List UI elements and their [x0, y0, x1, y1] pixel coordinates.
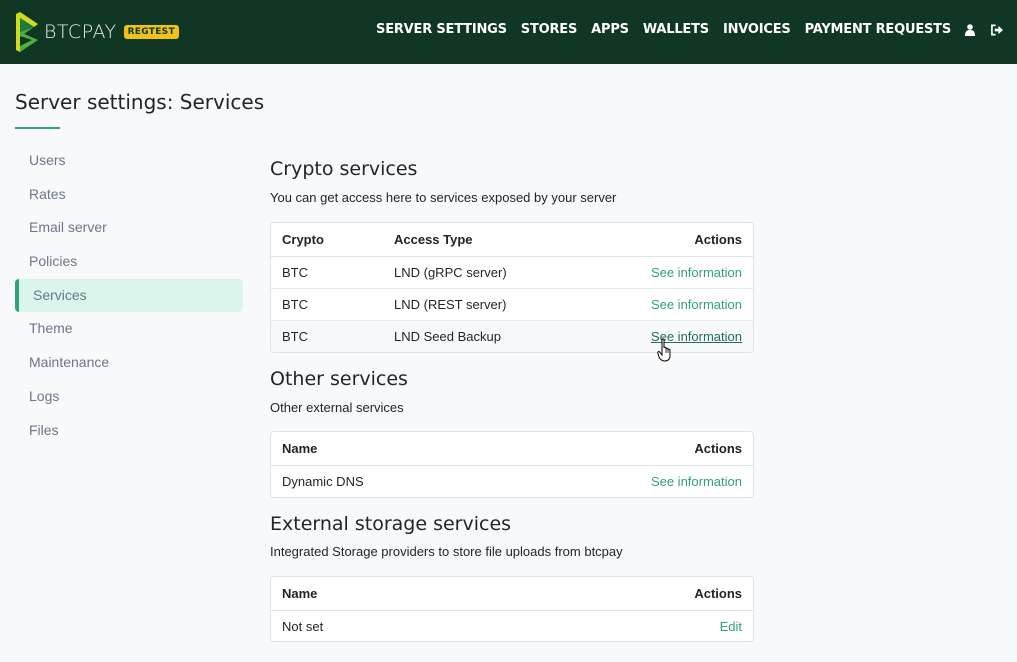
nav-invoices[interactable]: INVOICES: [723, 22, 791, 37]
brand-name: BTCPAY: [44, 21, 117, 43]
sidebar-item-services[interactable]: Services: [15, 278, 243, 313]
nav-stores[interactable]: STORES: [521, 22, 578, 37]
sidebar-item-email-server[interactable]: Email server: [15, 211, 243, 245]
sign-out-icon[interactable]: [991, 23, 1003, 37]
table-row: Dynamic DNS See information: [271, 465, 753, 497]
column-header-actions: Actions: [501, 432, 753, 466]
storage-services-description: Integrated Storage providers to store fi…: [270, 544, 623, 559]
column-header-crypto: Crypto: [271, 223, 383, 257]
other-services-description: Other external services: [270, 400, 404, 415]
column-header-access-type: Access Type: [383, 223, 585, 257]
nav-payment-requests[interactable]: PAYMENT REQUESTS: [805, 22, 952, 37]
see-information-link[interactable]: See information: [651, 265, 742, 280]
sidebar-item-rates[interactable]: Rates: [15, 178, 243, 212]
access-type-cell: LND (gRPC server): [394, 264, 507, 280]
storage-services-table: Name Actions Not set Edit: [270, 576, 754, 642]
title-underline: [15, 127, 60, 129]
table-row: Not set Edit: [271, 610, 753, 641]
sidebar-item-maintenance[interactable]: Maintenance: [15, 346, 243, 380]
edit-link[interactable]: Edit: [720, 619, 742, 634]
sidebar-item-files[interactable]: Files: [15, 414, 243, 448]
user-icon[interactable]: [965, 23, 977, 37]
table-row: BTC LND (gRPC server) See information: [271, 256, 753, 288]
see-information-link[interactable]: See information: [651, 474, 742, 489]
settings-sidebar: Users Rates Email server Policies Servic…: [15, 144, 243, 447]
column-header-name: Name: [271, 577, 501, 611]
table-row: BTC LND (REST server) See information: [271, 287, 753, 320]
page-title: Server settings: Services: [15, 90, 265, 114]
access-type-cell: LND (REST server): [383, 287, 585, 320]
crypto-cell: BTC: [271, 319, 383, 352]
nav-server-settings[interactable]: SERVER SETTINGS: [376, 22, 507, 37]
sidebar-item-logs[interactable]: Logs: [15, 380, 243, 414]
table-row: BTC LND Seed Backup See information: [271, 319, 753, 352]
sidebar-item-policies[interactable]: Policies: [15, 245, 243, 279]
crypto-cell: BTC: [282, 264, 308, 280]
brand-home-link[interactable]: BTCPAY REGTEST: [14, 12, 179, 52]
storage-services-title: External storage services: [270, 513, 512, 535]
crypto-services-description: You can get access here to services expo…: [270, 190, 617, 205]
service-name-cell: Dynamic DNS: [282, 473, 364, 489]
crypto-cell: BTC: [271, 287, 383, 320]
top-navbar: BTCPAY REGTEST SERVER SETTINGS STORES AP…: [0, 0, 1017, 64]
crypto-services-table: Crypto Access Type Actions BTC LND (gRPC…: [270, 222, 754, 353]
other-services-table: Name Actions Dynamic DNS See information: [270, 431, 754, 498]
see-information-link[interactable]: See information: [651, 297, 742, 312]
nav-apps[interactable]: APPS: [591, 22, 629, 37]
sidebar-item-theme[interactable]: Theme: [15, 312, 243, 346]
column-header-name: Name: [271, 432, 502, 466]
access-type-cell: LND Seed Backup: [383, 319, 585, 352]
main-nav: SERVER SETTINGS STORES APPS WALLETS INVO…: [362, 22, 1003, 37]
crypto-services-title: Crypto services: [270, 158, 418, 180]
column-header-actions: Actions: [584, 223, 753, 257]
btcpay-logo-icon: [16, 12, 38, 52]
hand-pointer-cursor-icon: [657, 338, 671, 362]
regtest-badge: REGTEST: [123, 25, 179, 39]
storage-name-cell: Not set: [282, 618, 324, 634]
nav-wallets[interactable]: WALLETS: [643, 22, 709, 37]
sidebar-item-users[interactable]: Users: [15, 144, 243, 178]
other-services-title: Other services: [270, 368, 408, 390]
column-header-actions: Actions: [500, 577, 753, 611]
